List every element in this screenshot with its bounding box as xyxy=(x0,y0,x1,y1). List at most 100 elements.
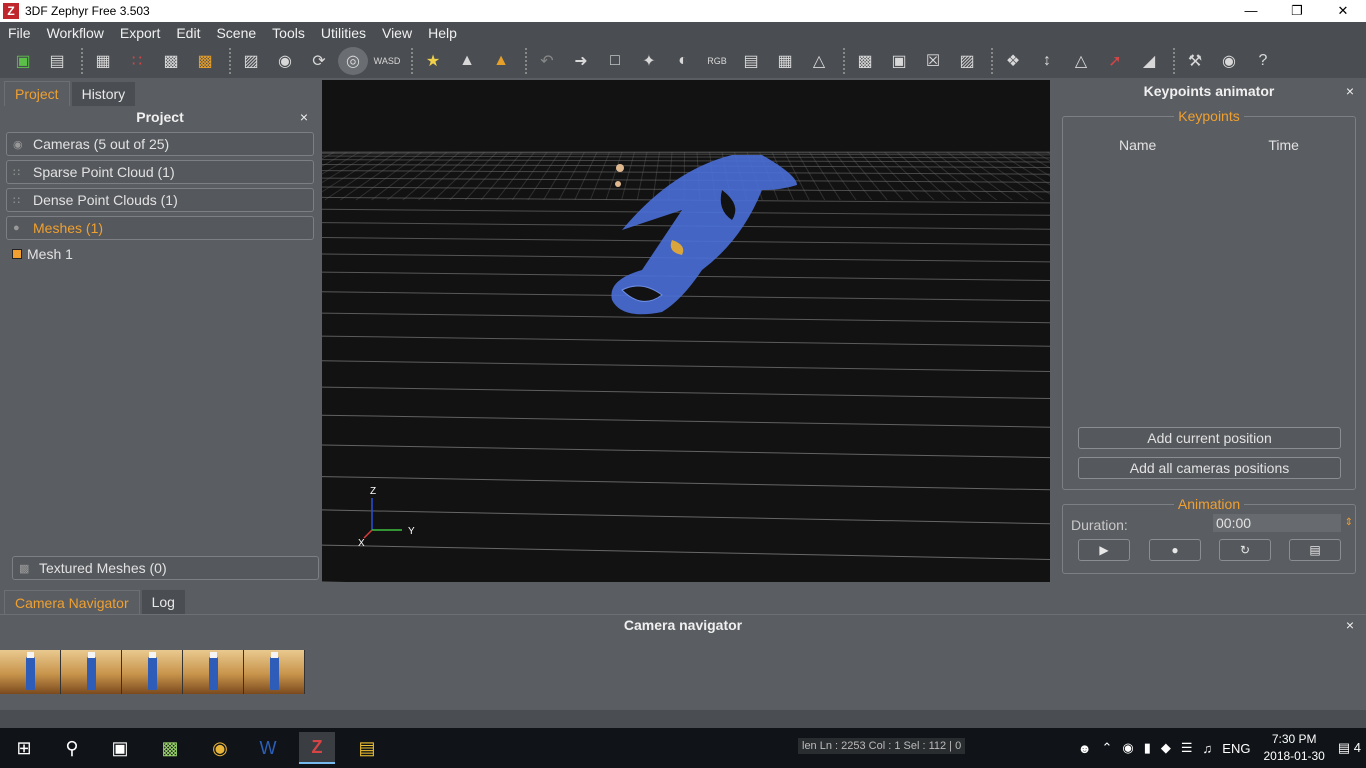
close-icon[interactable]: ✕ xyxy=(1320,0,1366,22)
triangle-icon[interactable]: ▲ xyxy=(452,47,482,75)
tab-camera-navigator[interactable]: Camera Navigator xyxy=(4,590,140,614)
play-button[interactable]: ▶ xyxy=(1078,539,1130,561)
rgb-icon[interactable]: RGB xyxy=(702,47,732,75)
deselect-icon[interactable]: ▤ xyxy=(736,47,766,75)
axis-color-icon[interactable]: ➚ xyxy=(1100,47,1130,75)
chrome-tray-icon[interactable]: ◉ xyxy=(1122,740,1133,756)
chevron-up-icon[interactable]: ⌃ xyxy=(1101,740,1112,756)
link-icon[interactable]: ❖ xyxy=(998,47,1028,75)
mesh-entry[interactable]: Mesh 1 xyxy=(12,246,308,262)
menu-utilities[interactable]: Utilities xyxy=(313,25,374,41)
tab-project[interactable]: Project xyxy=(4,81,70,106)
dropbox-icon[interactable]: ◆ xyxy=(1161,740,1171,756)
plane-icon[interactable]: △ xyxy=(1066,47,1096,75)
invert-icon[interactable]: ◐ xyxy=(668,47,698,75)
close-icon[interactable]: × xyxy=(300,106,308,128)
wifi-icon[interactable]: ☰ xyxy=(1181,740,1193,756)
task-view-icon[interactable]: ▣ xyxy=(102,732,138,764)
select-point-icon[interactable]: ✦ xyxy=(634,47,664,75)
help-icon[interactable]: ? xyxy=(1248,47,1278,75)
bottle-cap xyxy=(149,652,156,658)
delete-icon[interactable]: ☒ xyxy=(918,47,948,75)
sparse-cloud-icon[interactable]: ▦ xyxy=(88,47,118,75)
mask-icon[interactable]: ◉ xyxy=(1214,47,1244,75)
camera-thumbnail[interactable] xyxy=(61,650,122,694)
orbit-icon[interactable]: ⟳ xyxy=(304,47,334,75)
tree-item-meshes[interactable]: ● Meshes (1) xyxy=(6,216,314,240)
lasso-icon[interactable]: △ xyxy=(804,47,834,75)
menu-scene[interactable]: Scene xyxy=(208,25,264,41)
pivot-icon[interactable]: ◎ xyxy=(338,47,368,75)
camera-thumbnail[interactable] xyxy=(244,650,305,694)
save-icon[interactable]: ▤ xyxy=(42,47,72,75)
menu-workflow[interactable]: Workflow xyxy=(39,25,112,41)
menu-file[interactable]: File xyxy=(0,25,39,41)
tree-item-label: Sparse Point Cloud (1) xyxy=(33,164,175,180)
grid-line xyxy=(322,151,1050,154)
tab-log[interactable]: Log xyxy=(141,590,185,614)
tree-item-dense[interactable]: ∷ Dense Point Clouds (1) xyxy=(6,188,314,212)
menu-help[interactable]: Help xyxy=(420,25,465,41)
light-icon[interactable]: ★ xyxy=(418,47,448,75)
camera-icon[interactable]: ◉ xyxy=(270,47,300,75)
spin-arrows-icon[interactable]: ⇕ xyxy=(1345,514,1353,532)
column-time[interactable]: Time xyxy=(1268,137,1299,153)
start-icon[interactable]: ⊞ xyxy=(6,732,42,764)
maximize-icon[interactable]: ❐ xyxy=(1274,0,1320,22)
tree-item-textured[interactable]: ▩ Textured Meshes (0) xyxy=(12,556,319,580)
triangle-color-icon[interactable]: ▲ xyxy=(486,47,516,75)
save-animation-button[interactable]: ▤ xyxy=(1289,539,1341,561)
vertical-axis-icon[interactable]: ↕ xyxy=(1032,47,1062,75)
duration-input[interactable]: 00:00 ⇕ xyxy=(1213,514,1353,532)
minimize-icon[interactable]: — xyxy=(1228,0,1274,22)
menu-edit[interactable]: Edit xyxy=(168,25,208,41)
select-rect-icon[interactable]: □ xyxy=(600,47,630,75)
record-button[interactable]: ● xyxy=(1149,539,1201,561)
textured-mesh-icon[interactable]: ▩ xyxy=(190,47,220,75)
menu-tools[interactable]: Tools xyxy=(264,25,313,41)
menu-view[interactable]: View xyxy=(374,25,420,41)
tab-history[interactable]: History xyxy=(71,82,136,106)
new-project-icon[interactable]: ▣ xyxy=(8,47,38,75)
crop-icon[interactable]: ▣ xyxy=(884,47,914,75)
camera-thumbnail[interactable] xyxy=(122,650,183,694)
wasd-icon[interactable]: WASD xyxy=(372,47,402,75)
grid-line xyxy=(934,151,997,201)
battery-icon[interactable]: ▮ xyxy=(1144,740,1151,756)
loop-button[interactable]: ↻ xyxy=(1219,539,1271,561)
dense-cloud-icon[interactable]: ∷ xyxy=(122,47,152,75)
people-icon[interactable]: ☻ xyxy=(1078,741,1092,756)
3d-viewport[interactable]: Z Y X xyxy=(322,80,1050,582)
chrome-icon[interactable]: ◉ xyxy=(202,732,238,764)
add-current-position-button[interactable]: Add current position xyxy=(1078,427,1341,449)
select-all-icon[interactable]: ▩ xyxy=(850,47,880,75)
language-indicator[interactable]: ENG xyxy=(1222,741,1250,756)
file-explorer-icon[interactable]: ▤ xyxy=(349,732,385,764)
tree-item-cameras[interactable]: ◉ Cameras (5 out of 25) xyxy=(6,132,314,156)
duration-value: 00:00 xyxy=(1216,515,1252,531)
clock[interactable]: 7:30 PM 2018-01-30 xyxy=(1263,731,1324,765)
close-icon[interactable]: × xyxy=(1346,615,1354,635)
notifications-icon[interactable]: ▤ 4 xyxy=(1338,740,1361,756)
close-icon[interactable]: × xyxy=(1346,81,1354,101)
camera-thumbnail[interactable] xyxy=(0,650,61,694)
redo-icon[interactable]: ➜ xyxy=(566,47,596,75)
notepad-icon[interactable]: ▩ xyxy=(152,732,188,764)
panel-title: Camera navigator × xyxy=(0,615,1366,635)
camera-thumbnail[interactable] xyxy=(183,650,244,694)
search-icon[interactable]: ⚲ xyxy=(54,732,90,764)
wrench-icon[interactable]: ⚒ xyxy=(1180,47,1210,75)
column-name[interactable]: Name xyxy=(1119,137,1156,153)
box-icon[interactable]: ▨ xyxy=(952,47,982,75)
grid-select-icon[interactable]: ▦ xyxy=(770,47,800,75)
menu-export[interactable]: Export xyxy=(112,25,168,41)
ruler-icon[interactable]: ◢ xyxy=(1134,47,1164,75)
mesh-icon[interactable]: ▩ xyxy=(156,47,186,75)
add-all-cameras-button[interactable]: Add all cameras positions xyxy=(1078,457,1341,479)
word-icon[interactable]: W xyxy=(250,732,286,764)
undo-icon[interactable]: ↶ xyxy=(532,47,562,75)
volume-icon[interactable]: ♫ xyxy=(1203,741,1213,756)
cube-icon[interactable]: ▨ xyxy=(236,47,266,75)
tree-item-sparse[interactable]: ∷ Sparse Point Cloud (1) xyxy=(6,160,314,184)
zephyr-taskbar-icon[interactable]: Z xyxy=(299,732,335,764)
